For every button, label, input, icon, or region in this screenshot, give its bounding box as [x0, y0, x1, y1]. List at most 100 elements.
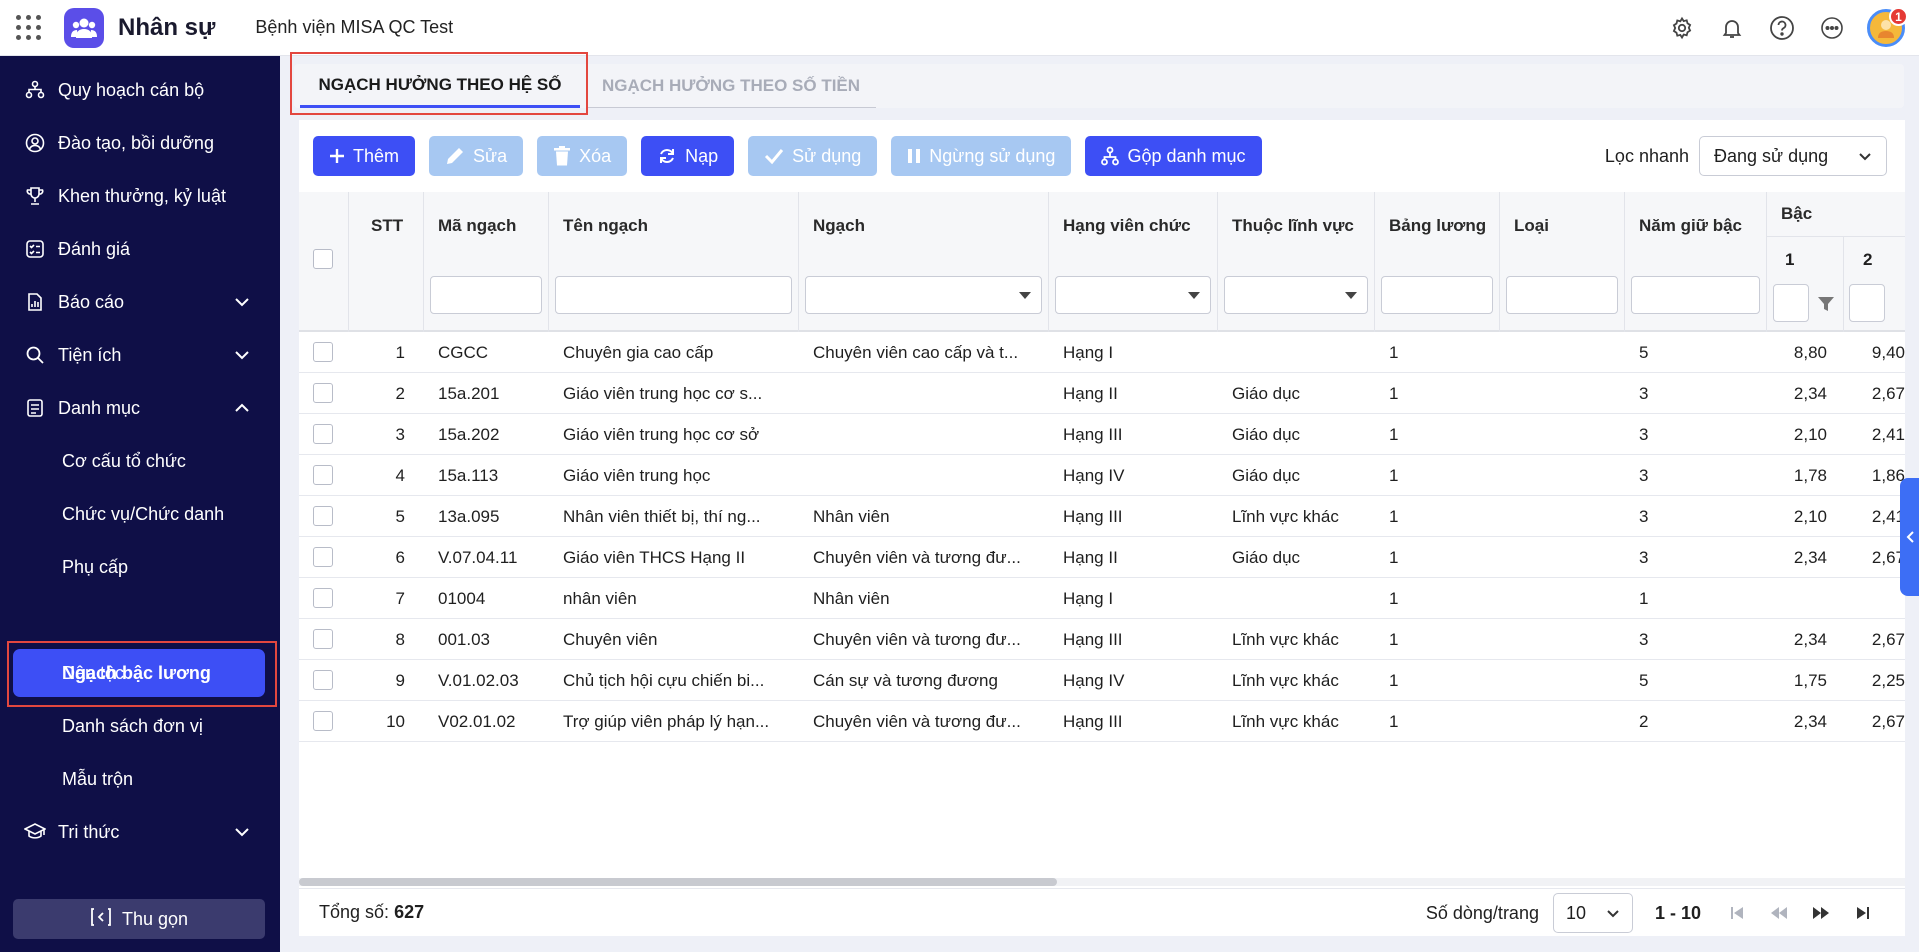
header-label: Thuộc lĩnh vực — [1232, 216, 1354, 235]
last-page-icon[interactable] — [1849, 899, 1877, 927]
filter-funnel-icon[interactable] — [1817, 296, 1835, 312]
table-row[interactable]: 4 15a.113 Giáo viên trung học Hạng IV Giáo d… — [299, 455, 1905, 496]
header-label: Tên ngạch — [563, 216, 649, 235]
sidebar-subitem-dan-toc[interactable]: Dân tộc — [0, 651, 280, 695]
chevron-up-icon — [235, 403, 249, 412]
select-all-checkbox[interactable] — [313, 249, 333, 269]
filter-ngach-select[interactable] — [805, 276, 1042, 314]
filter-nam-giu-bac-input[interactable] — [1631, 276, 1760, 314]
organization-name[interactable]: Bệnh viện MISA QC Test — [255, 17, 453, 38]
header-nam-giu-bac: Năm giữ bậc — [1625, 192, 1767, 332]
sidebar-subitem-co-cau[interactable]: Cơ cấu tổ chức — [0, 439, 280, 483]
row-checkbox[interactable] — [313, 670, 333, 690]
table-row[interactable]: 8 001.03 Chuyên viên Chuyên viên và tương đ… — [299, 619, 1905, 660]
row-checkbox[interactable] — [313, 383, 333, 403]
help-icon[interactable] — [1767, 13, 1797, 43]
table-cell: 1 — [1389, 424, 1399, 444]
merge-category-button[interactable]: Gộp danh mục — [1085, 136, 1262, 176]
table-row[interactable]: 7 01004 nhân viên Nhân viên Hạng I 1 1 — [299, 578, 1905, 619]
tab-ngach-so-tien[interactable]: NGẠCH HƯỞNG THEO SỐ TIỀN — [586, 64, 876, 108]
delete-label: Xóa — [579, 145, 612, 166]
table-row[interactable]: 9 V.01.02.03 Chủ tịch hội cựu chiến bi... C… — [299, 660, 1905, 701]
row-checkbox[interactable] — [313, 506, 333, 526]
delete-button[interactable]: Xóa — [537, 136, 628, 176]
filter-bac-1-input[interactable] — [1773, 284, 1809, 322]
sidebar-item-bao-cao[interactable]: Báo cáo — [0, 280, 280, 324]
filter-ma-ngach-input[interactable] — [430, 276, 542, 314]
filter-hang-vien-chuc-select[interactable] — [1055, 276, 1211, 314]
row-checkbox[interactable] — [313, 588, 333, 608]
trash-icon — [553, 146, 571, 166]
stop-using-label: Ngừng sử dụng — [929, 145, 1056, 166]
page-size-select[interactable]: 10 — [1552, 893, 1633, 933]
sidebar-item-quy-hoach[interactable]: Quy hoạch cán bộ — [0, 68, 280, 112]
table-row[interactable]: 6 V.07.04.11 Giáo viên THCS Hạng II Chuyên … — [299, 537, 1905, 578]
header-thuoc-linh-vuc: Thuộc lĩnh vực — [1218, 192, 1375, 332]
sidebar-item-danh-gia[interactable]: Đánh giá — [0, 227, 280, 271]
scrollbar-thumb[interactable] — [299, 878, 1057, 886]
table-row[interactable]: 5 13a.095 Nhân viên thiết bị, thí ng... Nhâ… — [299, 496, 1905, 537]
table-cell: 8,80 — [1793, 342, 1827, 362]
table-cell: Giáo dục — [1232, 547, 1301, 567]
table-cell — [1232, 332, 1375, 373]
table-cell: 9,40 — [1871, 342, 1905, 362]
quick-filter-select[interactable]: Đang sử dụng — [1699, 136, 1887, 176]
sidebar-subitem-chuc-vu[interactable]: Chức vụ/Chức danh — [0, 492, 280, 536]
table-cell: Chuyên viên và tương đư... — [813, 629, 1021, 649]
use-button[interactable]: Sử dụng — [748, 136, 878, 176]
notification-bell-icon[interactable] — [1717, 13, 1747, 43]
sidebar-item-danh-muc[interactable]: Danh mục — [0, 386, 280, 430]
filter-thuoc-linh-vuc-select[interactable] — [1224, 276, 1368, 314]
sidebar-item-khen-thuong[interactable]: Khen thưởng, kỷ luật — [0, 174, 280, 218]
filter-loai-input[interactable] — [1506, 276, 1618, 314]
table-row[interactable]: 1 CGCC Chuyên gia cao cấp Chuyên viên cao c… — [299, 332, 1905, 373]
reload-button[interactable]: Nạp — [641, 136, 735, 176]
edit-button[interactable]: Sửa — [429, 136, 524, 176]
user-avatar[interactable]: 1 — [1867, 7, 1908, 47]
next-page-icon[interactable] — [1807, 899, 1835, 927]
row-checkbox[interactable] — [313, 342, 333, 362]
table-cell: 15a.113 — [438, 465, 499, 485]
row-checkbox[interactable] — [313, 711, 333, 731]
app-launcher-icon[interactable] — [0, 0, 56, 56]
filter-ten-ngach-input[interactable] — [555, 276, 792, 314]
add-button[interactable]: Thêm — [313, 136, 416, 176]
first-page-icon[interactable] — [1723, 899, 1751, 927]
stop-using-button[interactable]: Ngừng sử dụng — [891, 136, 1072, 176]
notification-badge: 1 — [1889, 7, 1908, 26]
row-checkbox[interactable] — [313, 547, 333, 567]
table-cell: Giáo viên trung học cơ s... — [563, 383, 763, 403]
more-options-icon[interactable] — [1817, 13, 1847, 43]
table-row[interactable]: 2 15a.201 Giáo viên trung học cơ s... Hạng … — [299, 373, 1905, 414]
table-cell: Giáo dục — [1232, 465, 1301, 485]
table-cell: 1 — [395, 342, 405, 362]
graduation-cap-icon — [24, 821, 46, 843]
sidebar-item-dao-tao[interactable]: Đào tạo, bồi dưỡng — [0, 121, 280, 165]
sidebar-subitem-mau-tron[interactable]: Mẫu trộn — [0, 757, 280, 801]
table-cell: Hạng IV — [1063, 670, 1125, 690]
page-range: 1 - 10 — [1654, 902, 1701, 923]
side-panel-toggle[interactable] — [1900, 478, 1919, 596]
row-checkbox[interactable] — [313, 465, 333, 485]
table-cell — [1514, 701, 1625, 742]
app-name: Nhân sự — [118, 13, 216, 41]
settings-gear-icon[interactable] — [1667, 13, 1697, 43]
table-cell: Giáo viên trung học cơ sở — [563, 424, 760, 444]
table-cell: 001.03 — [438, 629, 490, 649]
sidebar-subitem-danh-sach-don-vi[interactable]: Danh sách đơn vị — [0, 704, 280, 748]
header-hang-vien-chuc: Hạng viên chức — [1049, 192, 1218, 332]
table-cell: 3 — [1639, 547, 1649, 567]
sidebar-subitem-phu-cap[interactable]: Phụ cấp — [0, 545, 280, 589]
sidebar-item-tien-ich[interactable]: Tiện ích — [0, 333, 280, 377]
horizontal-scrollbar[interactable] — [299, 878, 1905, 886]
previous-page-icon[interactable] — [1765, 899, 1793, 927]
sidebar-item-tri-thuc[interactable]: Tri thức — [0, 810, 280, 854]
filter-bac-2-input[interactable] — [1849, 284, 1885, 322]
table-row[interactable]: 3 15a.202 Giáo viên trung học cơ sở Hạng II… — [299, 414, 1905, 455]
row-checkbox[interactable] — [313, 424, 333, 444]
collapse-sidebar-button[interactable]: Thu gọn — [13, 899, 265, 939]
row-checkbox[interactable] — [313, 629, 333, 649]
filter-bang-luong-input[interactable] — [1381, 276, 1493, 314]
table-row[interactable]: 10 V02.01.02 Trợ giúp viên pháp lý hạn... C… — [299, 701, 1905, 742]
user-badge-icon — [24, 132, 46, 154]
